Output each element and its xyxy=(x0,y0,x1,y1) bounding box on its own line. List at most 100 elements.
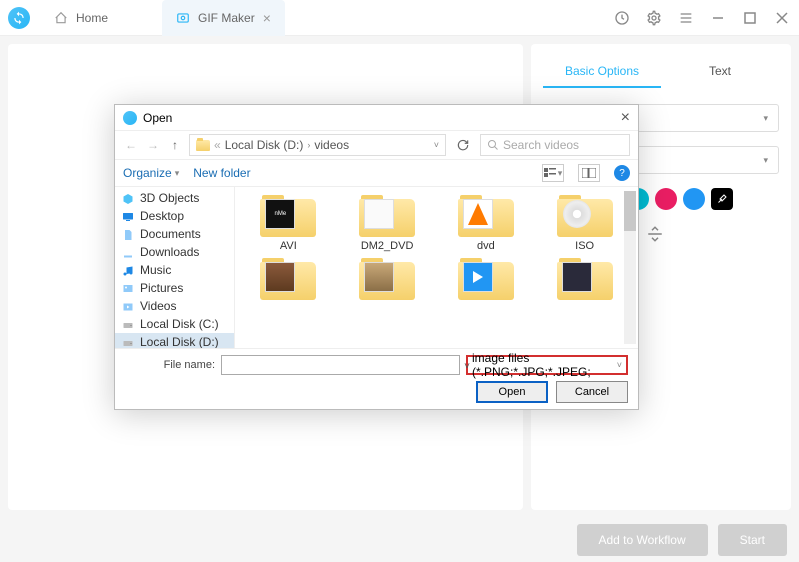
file-item[interactable] xyxy=(241,256,336,303)
file-item[interactable] xyxy=(340,256,435,303)
bottom-bar: Add to Workflow Start xyxy=(0,518,799,562)
color-eyedropper[interactable] xyxy=(711,188,733,210)
scrollbar[interactable] xyxy=(624,191,636,344)
dialog-title: Open xyxy=(143,111,172,125)
tree-item[interactable]: Desktop xyxy=(115,207,234,225)
tree-item[interactable]: Music xyxy=(115,261,234,279)
tree-item[interactable]: Videos xyxy=(115,297,234,315)
tab-home-label: Home xyxy=(76,11,108,25)
file-item[interactable]: DM2_DVD xyxy=(340,193,435,252)
color-pink[interactable] xyxy=(655,188,677,210)
folder-tree: 3D Objects Desktop Documents Downloads Music… xyxy=(115,187,235,348)
folder-icon xyxy=(458,193,514,237)
app-logo xyxy=(8,7,30,29)
tree-item-label: Pictures xyxy=(140,281,183,295)
dialog-app-icon xyxy=(123,111,137,125)
organize-button[interactable]: Organize▾ xyxy=(123,166,179,180)
dialog-footer: File name: ˅ image files (*.PNG;*.JPG;*.… xyxy=(115,348,638,409)
tree-item[interactable]: Downloads xyxy=(115,243,234,261)
tab-close-icon[interactable]: × xyxy=(263,10,271,26)
folder-icon xyxy=(359,193,415,237)
titlebar: Home GIF Maker × xyxy=(0,0,799,36)
file-name-input[interactable] xyxy=(221,355,460,375)
folder-icon xyxy=(196,140,210,151)
file-type-value: image files (*.PNG;*.JPG;*.JPEG; xyxy=(472,351,617,379)
folder-icon xyxy=(458,256,514,300)
view-mode-button[interactable]: ▾ xyxy=(542,164,564,182)
new-folder-button[interactable]: New folder xyxy=(193,166,250,180)
folder-icon xyxy=(260,256,316,300)
disk-icon xyxy=(121,319,135,330)
dialog-nav-row: ← → ↑ « Local Disk (D:)› videos ˅ Search… xyxy=(115,131,638,159)
home-icon xyxy=(54,11,68,25)
tree-item[interactable]: Local Disk (C:) xyxy=(115,315,234,333)
tab-home[interactable]: Home xyxy=(40,0,122,36)
file-item[interactable]: ISO xyxy=(537,193,632,252)
dialog-body: 3D Objects Desktop Documents Downloads Music… xyxy=(115,187,638,348)
maximize-icon[interactable] xyxy=(741,9,759,27)
music-icon xyxy=(121,265,135,276)
tree-item-label: Desktop xyxy=(140,209,184,223)
dialog-close-icon[interactable]: × xyxy=(621,109,630,127)
tree-item[interactable]: Local Disk (D:) xyxy=(115,333,234,348)
nav-up-icon[interactable]: ↑ xyxy=(167,138,183,152)
nav-forward-icon[interactable]: → xyxy=(145,138,161,152)
search-icon xyxy=(487,139,499,151)
path-folder: videos xyxy=(314,138,349,152)
tab-gif-maker[interactable]: GIF Maker × xyxy=(162,0,285,36)
video-icon xyxy=(121,301,135,312)
tab-gif-label: GIF Maker xyxy=(198,11,255,25)
help-icon[interactable]: ? xyxy=(614,165,630,181)
path-breadcrumb[interactable]: « Local Disk (D:)› videos ˅ xyxy=(189,134,446,156)
chevron-down-icon: ▾ xyxy=(763,155,768,166)
preview-pane-button[interactable] xyxy=(578,164,600,182)
menu-icon[interactable] xyxy=(677,9,695,27)
tree-item-label: Downloads xyxy=(140,245,199,259)
color-blue[interactable] xyxy=(683,188,705,210)
gear-icon[interactable] xyxy=(645,9,663,27)
open-button[interactable]: Open xyxy=(476,381,548,403)
tree-item[interactable]: Pictures xyxy=(115,279,234,297)
file-item[interactable] xyxy=(537,256,632,303)
search-input[interactable]: Search videos xyxy=(480,134,630,156)
search-placeholder: Search videos xyxy=(503,138,579,152)
start-button[interactable]: Start xyxy=(718,524,787,556)
file-item[interactable] xyxy=(439,256,534,303)
file-item[interactable]: dvd xyxy=(439,193,534,252)
path-dropdown-icon[interactable]: ˅ xyxy=(434,140,439,150)
tree-item-label: Local Disk (C:) xyxy=(140,317,219,331)
add-to-workflow-button[interactable]: Add to Workflow xyxy=(577,524,708,556)
flip-vertical-icon[interactable] xyxy=(645,224,665,244)
pic-icon xyxy=(121,283,135,294)
tree-item-label: Videos xyxy=(140,299,176,313)
dialog-toolbar: Organize▾ New folder ▾ ? xyxy=(115,159,638,187)
folder-icon xyxy=(359,256,415,300)
file-type-select[interactable]: image files (*.PNG;*.JPG;*.JPEG; ˅ xyxy=(466,355,628,375)
dialog-titlebar: Open × xyxy=(115,105,638,131)
folder-icon: nMe xyxy=(260,193,316,237)
tab-basic-options[interactable]: Basic Options xyxy=(543,56,661,88)
file-item[interactable]: nMe AVI xyxy=(241,193,336,252)
close-window-icon[interactable] xyxy=(773,9,791,27)
file-grid: nMe AVI DM2_DVDdvdISO xyxy=(235,187,638,348)
cancel-button[interactable]: Cancel xyxy=(556,381,628,403)
nav-back-icon[interactable]: ← xyxy=(123,138,139,152)
scrollbar-thumb[interactable] xyxy=(624,191,636,231)
file-name-label: File name: xyxy=(125,359,215,371)
history-icon[interactable] xyxy=(613,9,631,27)
refresh-icon[interactable] xyxy=(452,134,474,156)
gif-icon xyxy=(176,11,190,25)
open-dialog: Open × ← → ↑ « Local Disk (D:)› videos ˅… xyxy=(114,104,639,410)
tree-item[interactable]: 3D Objects xyxy=(115,189,234,207)
tree-item-label: Music xyxy=(140,263,171,277)
path-disk: Local Disk (D:) xyxy=(225,138,304,152)
file-label: AVI xyxy=(280,240,297,252)
tree-item-label: Local Disk (D:) xyxy=(140,335,219,348)
tree-item-label: Documents xyxy=(140,227,201,241)
chevron-down-icon: ▾ xyxy=(763,113,768,124)
tab-text[interactable]: Text xyxy=(661,56,779,88)
tree-item[interactable]: Documents xyxy=(115,225,234,243)
download-icon xyxy=(121,247,135,258)
minimize-icon[interactable] xyxy=(709,9,727,27)
folder-icon xyxy=(557,256,613,300)
